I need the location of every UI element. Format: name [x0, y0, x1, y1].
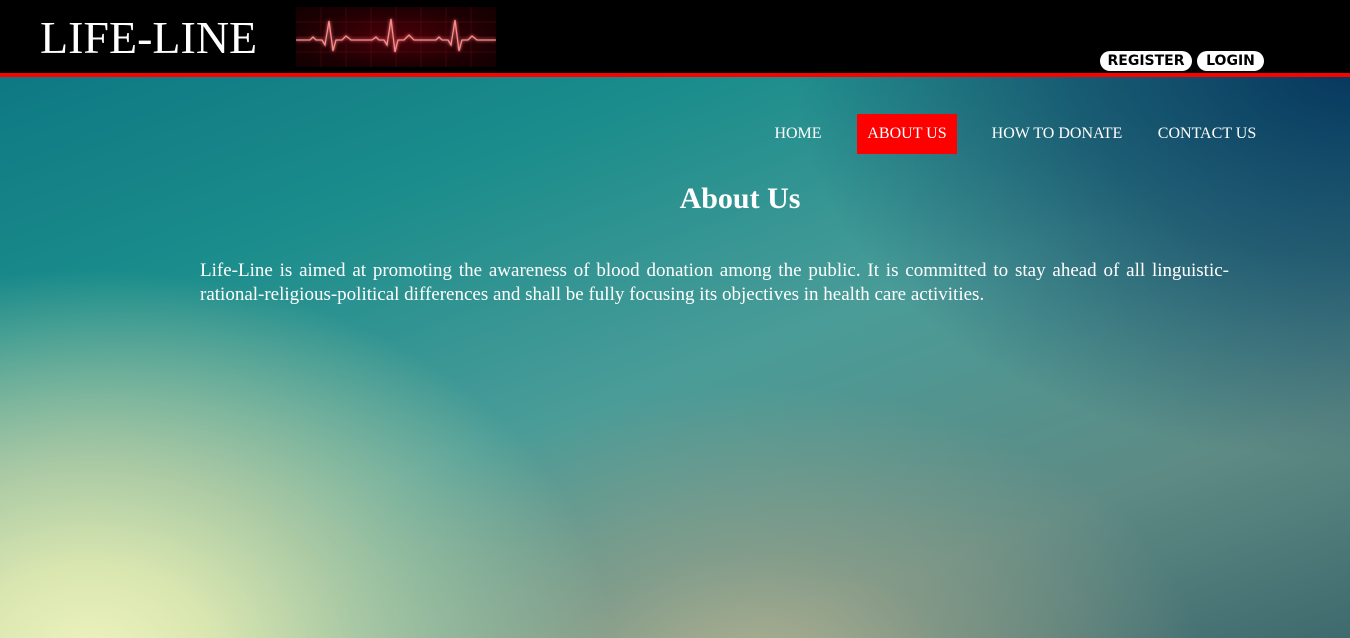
site-logo-text[interactable]: LIFE-LINE: [40, 10, 257, 66]
header-divider: [0, 73, 1350, 77]
ecg-heartbeat-icon: [296, 7, 496, 67]
register-button[interactable]: REGISTER: [1100, 51, 1192, 71]
about-paragraph: Life-Line is aimed at promoting the awar…: [200, 260, 1229, 305]
login-button[interactable]: LOGIN: [1197, 51, 1264, 71]
top-bar: LIFE-LINE REGISTER LOGIN: [0, 0, 1350, 73]
page-title: About Us: [679, 182, 801, 215]
nav-home[interactable]: HOME: [766, 114, 830, 154]
nav-contact-us[interactable]: CONTACT US: [1150, 114, 1264, 154]
page-background: [0, 0, 1350, 638]
nav-about-us[interactable]: ABOUT US: [857, 114, 957, 154]
nav-how-to-donate[interactable]: HOW TO DONATE: [985, 114, 1129, 154]
